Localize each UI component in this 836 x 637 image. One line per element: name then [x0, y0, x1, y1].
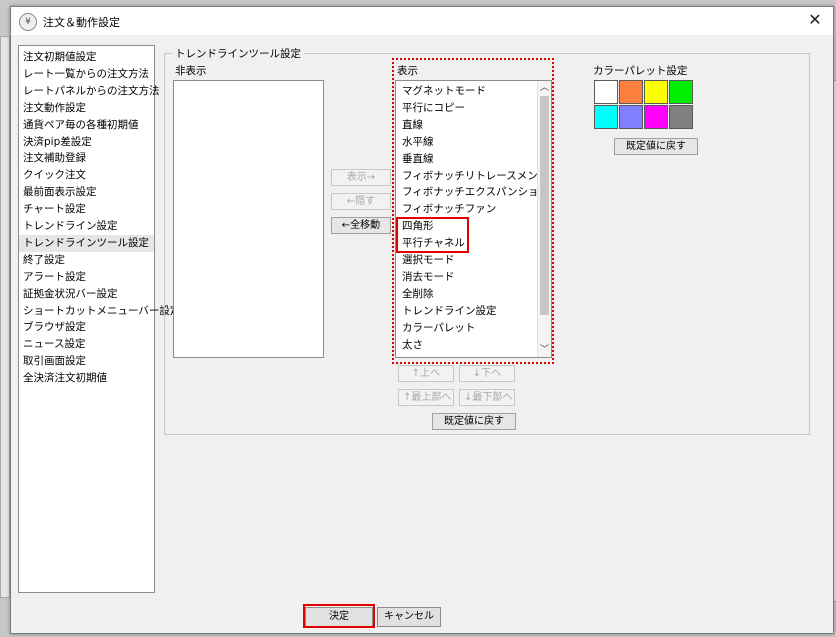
annotation-ok-highlight	[303, 604, 375, 628]
color-swatch[interactable]	[644, 105, 668, 129]
sidebar-item[interactable]: ブラウザ設定	[19, 319, 154, 336]
hidden-tools-list[interactable]	[173, 80, 324, 358]
sidebar-item[interactable]: レートパネルからの注文方法	[19, 83, 160, 100]
background-window-edge	[0, 36, 10, 598]
window-title: 注文＆動作設定	[43, 16, 120, 29]
title-bar: ¥ 注文＆動作設定 ✕	[11, 7, 833, 35]
sidebar-item[interactable]: 決済pip差設定	[19, 134, 154, 151]
settings-category-list: 注文初期値設定 レート一覧からの注文方法 レートパネルからの注文方法 注文動作設定 通貨…	[18, 45, 180, 593]
hide-button[interactable]: ←隠す	[331, 193, 391, 210]
sidebar-item[interactable]: 終了設定	[19, 252, 154, 269]
sidebar-item[interactable]: 注文動作設定	[19, 100, 154, 117]
sidebar-item[interactable]: 最前面表示設定	[19, 184, 154, 201]
sidebar-item[interactable]: 通貨ペア毎の各種初期値	[19, 117, 154, 134]
color-swatch[interactable]	[619, 105, 643, 129]
color-swatch[interactable]	[594, 80, 618, 104]
group-title: トレンドラインツール設定	[172, 46, 304, 61]
move-top-button[interactable]: ↑最上部へ	[398, 389, 454, 406]
sidebar-item[interactable]: トレンドラインツール設定	[19, 234, 154, 252]
sidebar-item[interactable]: 全決済注文初期値	[19, 370, 154, 387]
cancel-button[interactable]: キャンセル	[377, 607, 441, 627]
color-swatch[interactable]	[669, 80, 693, 104]
yen-coin-icon: ¥	[19, 13, 37, 31]
sidebar-item[interactable]: レート一覧からの注文方法	[19, 66, 154, 83]
color-swatch[interactable]	[669, 105, 693, 129]
color-swatch[interactable]	[619, 80, 643, 104]
sidebar-item[interactable]: チャート設定	[19, 201, 154, 218]
color-swatch[interactable]	[644, 80, 668, 104]
color-swatch[interactable]	[594, 105, 618, 129]
move-all-button[interactable]: ←全移動	[331, 217, 391, 234]
sidebar-item[interactable]: アラート設定	[19, 269, 154, 286]
annotation-highlight-box	[396, 217, 469, 253]
settings-dialog: ¥ 注文＆動作設定 ✕ 注文初期値設定 レート一覧からの注文方法 レートパネルからの…	[10, 6, 834, 634]
sidebar-item[interactable]: ニュース設定	[19, 336, 154, 353]
move-up-button[interactable]: ↑上へ	[398, 365, 454, 382]
sidebar-item[interactable]: 取引画面設定	[19, 353, 154, 370]
sidebar-item[interactable]: 証拠金状況バー設定	[19, 286, 154, 303]
sidebar-item[interactable]: ショートカットメニューバー設定	[19, 303, 180, 320]
show-button[interactable]: 表示→	[331, 169, 391, 186]
sidebar-item[interactable]: 注文初期値設定	[19, 49, 154, 66]
annotation-dotted-frame	[392, 58, 554, 364]
palette-label: カラーパレット設定	[593, 65, 688, 77]
sidebar-item[interactable]: 注文補助登録	[19, 150, 154, 167]
sidebar-item[interactable]: トレンドライン設定	[19, 218, 154, 235]
close-icon[interactable]: ✕	[805, 10, 825, 30]
move-bottom-button[interactable]: ↓最下部へ	[459, 389, 515, 406]
reset-palette-button[interactable]: 既定値に戻す	[614, 138, 698, 155]
hidden-list-label: 非表示	[175, 65, 207, 77]
sidebar-item[interactable]: クイック注文	[19, 167, 154, 184]
reset-list-button[interactable]: 既定値に戻す	[432, 413, 516, 430]
move-down-button[interactable]: ↓下へ	[459, 365, 515, 382]
